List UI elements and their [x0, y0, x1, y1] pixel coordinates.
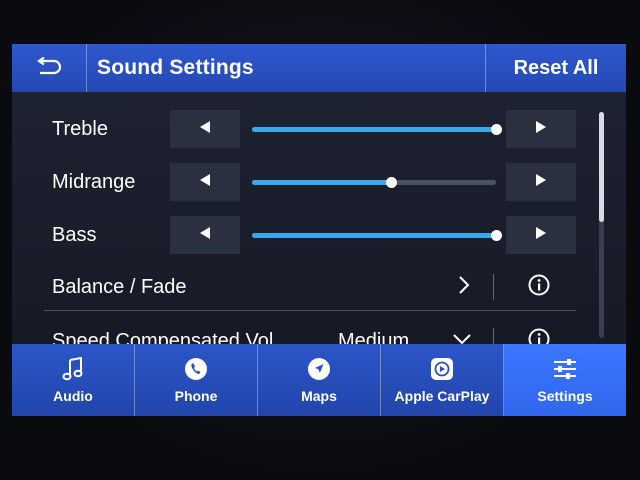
triangle-right-icon [535, 120, 547, 139]
midrange-increase-button[interactable] [506, 163, 576, 201]
bass-increase-button[interactable] [506, 216, 576, 254]
triangle-left-icon [199, 173, 211, 192]
bass-slider[interactable] [252, 229, 502, 241]
row-separator [493, 274, 494, 300]
scrollbar[interactable] [599, 112, 604, 338]
back-button[interactable] [12, 44, 87, 92]
bass-slider-knob[interactable] [491, 229, 502, 241]
midrange-label: Midrange [52, 170, 136, 193]
treble-slider-fill [252, 126, 496, 132]
triangle-right-icon [535, 173, 547, 192]
nav-audio[interactable]: Audio [12, 344, 135, 416]
nav-maps-label: Maps [301, 388, 337, 404]
balance-fade-label: Balance / Fade [52, 275, 187, 298]
treble-row: Treble [12, 104, 602, 154]
midrange-decrease-button[interactable] [170, 163, 240, 201]
triangle-left-icon [199, 120, 211, 139]
bass-label: Bass [52, 223, 97, 246]
bass-decrease-button[interactable] [170, 216, 240, 254]
reset-all-button[interactable]: Reset All [485, 44, 626, 92]
music-note-icon [62, 356, 84, 382]
triangle-left-icon [199, 226, 211, 245]
list-divider [44, 310, 576, 311]
info-icon[interactable] [528, 274, 550, 301]
midrange-slider[interactable] [252, 176, 496, 188]
bass-row: Bass [12, 210, 602, 260]
settings-sliders-icon [552, 356, 578, 382]
header-bar: Sound Settings Reset All [12, 44, 626, 92]
nav-phone-label: Phone [174, 388, 218, 404]
midrange-slider-fill [252, 179, 392, 185]
page-title: Sound Settings [97, 56, 254, 79]
nav-settings-label: Settings [537, 388, 593, 404]
treble-decrease-button[interactable] [170, 110, 240, 148]
carplay-icon [430, 356, 454, 382]
midrange-slider-knob[interactable] [386, 176, 398, 188]
back-arrow-icon [36, 56, 62, 80]
midrange-row: Midrange [12, 157, 602, 207]
nav-phone[interactable]: Phone [135, 344, 258, 416]
nav-apple-carplay-label: Apple CarPlay [394, 388, 490, 404]
scrollbar-thumb[interactable] [599, 112, 604, 222]
triangle-right-icon [535, 226, 547, 245]
nav-audio-label: Audio [53, 388, 93, 404]
nav-settings[interactable]: Settings [504, 344, 626, 416]
navigation-icon [307, 356, 331, 382]
phone-icon [184, 356, 208, 382]
treble-increase-button[interactable] [506, 110, 576, 148]
treble-slider[interactable] [252, 123, 502, 135]
treble-label: Treble [52, 117, 108, 140]
balance-fade-row[interactable]: Balance / Fade [12, 262, 602, 312]
infotainment-screen: Sound Settings Reset All Treble Midrange [12, 44, 626, 416]
treble-slider-knob[interactable] [491, 123, 502, 135]
nav-maps[interactable]: Maps [258, 344, 381, 416]
nav-apple-carplay[interactable]: Apple CarPlay [381, 344, 504, 416]
chevron-right-icon [458, 275, 470, 300]
bottom-nav: Audio Phone Maps Apple CarPlay Settings [12, 344, 626, 416]
bass-slider-fill [252, 232, 496, 238]
